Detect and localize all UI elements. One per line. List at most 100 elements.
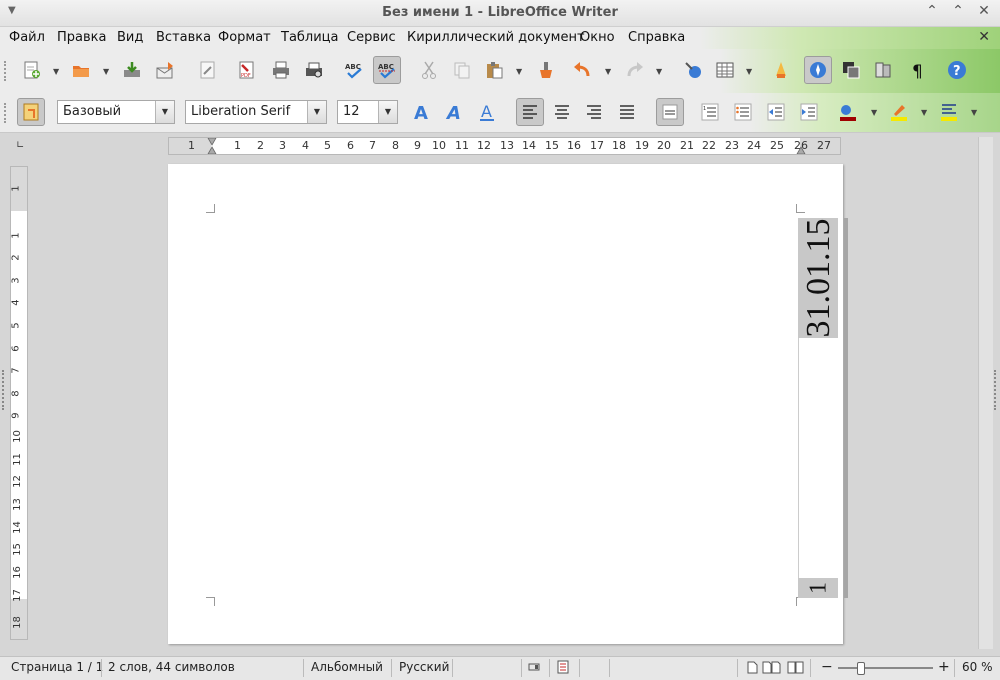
export-pdf-icon[interactable]: PDF xyxy=(234,57,260,83)
chevron-down-icon[interactable]: ▼ xyxy=(307,101,326,123)
font-name-select[interactable]: Liberation Serif ▼ xyxy=(185,100,327,124)
chevron-down-icon[interactable]: ▼ xyxy=(378,101,397,123)
highlighting-icon[interactable] xyxy=(886,99,912,125)
zoom-slider-thumb[interactable] xyxy=(857,662,865,675)
edit-document-icon[interactable] xyxy=(195,57,221,83)
bold-icon[interactable]: A xyxy=(408,99,434,125)
font-color-dropdown-icon[interactable]: ▼ xyxy=(871,108,877,117)
menu-edit[interactable]: Правка xyxy=(57,30,106,45)
align-left-icon[interactable] xyxy=(516,98,544,126)
menu-insert[interactable]: Вставка xyxy=(156,30,211,45)
send-email-icon[interactable] xyxy=(152,57,178,83)
styles-formatting-icon[interactable] xyxy=(17,98,45,126)
single-page-view-icon[interactable] xyxy=(746,661,758,677)
hyperlink-icon[interactable] xyxy=(680,57,706,83)
page-orientation[interactable]: Альбомный xyxy=(311,660,383,674)
background-color-icon[interactable] xyxy=(936,99,962,125)
vertical-ruler[interactable]: 1 1 2 3 4 5 6 7 8 9 10 11 12 13 14 15 16… xyxy=(10,166,28,640)
print-icon[interactable] xyxy=(268,57,294,83)
spellcheck-icon[interactable]: ABC xyxy=(341,57,367,83)
menu-window[interactable]: Окно xyxy=(580,30,615,45)
insert-mode-icon[interactable] xyxy=(528,661,540,676)
gallery-icon[interactable] xyxy=(838,57,864,83)
show-draw-functions-icon[interactable] xyxy=(768,57,794,83)
align-right-icon[interactable] xyxy=(581,99,607,125)
sidebar-grip[interactable] xyxy=(994,370,999,410)
menu-format[interactable]: Формат xyxy=(218,30,271,45)
ruler-tick-label: 1 xyxy=(10,232,22,239)
table-dropdown-icon[interactable]: ▼ xyxy=(746,67,752,76)
font-color-icon[interactable] xyxy=(835,99,861,125)
save-icon[interactable] xyxy=(119,57,145,83)
text-boundary-corner xyxy=(206,597,215,606)
close-icon[interactable]: ✕ xyxy=(976,3,992,19)
redo-dropdown-icon[interactable]: ▼ xyxy=(656,67,662,76)
horizontal-ruler[interactable]: 1 1 2 3 4 5 6 7 8 9 10 11 12 13 14 15 16… xyxy=(168,137,841,155)
navigator-icon[interactable] xyxy=(804,56,832,84)
menu-tools[interactable]: Сервис xyxy=(347,30,396,45)
highlighting-dropdown-icon[interactable]: ▼ xyxy=(921,108,927,117)
zoom-slider-track[interactable] xyxy=(838,667,933,669)
new-dropdown-icon[interactable]: ▼ xyxy=(53,67,59,76)
formatting-marks-icon[interactable]: ¶ xyxy=(905,57,931,83)
redo-icon[interactable] xyxy=(622,57,648,83)
ruler-tick-label: 4 xyxy=(302,139,309,152)
open-dropdown-icon[interactable]: ▼ xyxy=(103,67,109,76)
paragraph-style-select[interactable]: Базовый ▼ xyxy=(57,100,175,124)
multi-page-view-icon[interactable] xyxy=(762,661,782,677)
word-count[interactable]: 2 слов, 44 символов xyxy=(108,660,235,674)
zoom-level[interactable]: 60 % xyxy=(962,660,993,674)
zoom-out-icon[interactable]: − xyxy=(821,659,833,675)
document-page[interactable] xyxy=(168,164,843,644)
page-indicator[interactable]: Страница 1 / 1 xyxy=(11,660,103,674)
date-field[interactable]: 31.01.15 xyxy=(800,219,838,338)
auto-spellcheck-icon[interactable]: ABC xyxy=(373,56,401,84)
paste-icon[interactable] xyxy=(481,57,507,83)
increase-indent-icon[interactable] xyxy=(796,99,822,125)
new-document-icon[interactable] xyxy=(19,57,45,83)
page-number-field[interactable]: 1 xyxy=(806,582,833,594)
clone-formatting-icon[interactable] xyxy=(533,57,559,83)
align-center-icon[interactable] xyxy=(549,99,575,125)
paste-dropdown-icon[interactable]: ▼ xyxy=(516,67,522,76)
document-modified-icon[interactable] xyxy=(557,660,569,677)
underline-icon[interactable]: A xyxy=(474,99,500,125)
language-indicator[interactable]: Русский xyxy=(399,660,449,674)
menu-view[interactable]: Вид xyxy=(117,30,143,45)
menu-cyrillic-document[interactable]: Кириллический документ xyxy=(407,30,585,45)
justify-icon[interactable] xyxy=(614,99,640,125)
toolbar-grip[interactable] xyxy=(4,61,10,81)
zoom-in-icon[interactable]: + xyxy=(938,659,950,675)
minimize-icon[interactable]: ⌃ xyxy=(924,3,940,19)
line-spacing-icon[interactable] xyxy=(656,98,684,126)
insert-table-icon[interactable] xyxy=(712,57,738,83)
font-size-select[interactable]: 12 ▼ xyxy=(337,100,398,124)
undo-icon[interactable] xyxy=(569,57,595,83)
chevron-down-icon[interactable]: ▼ xyxy=(155,101,174,123)
copy-icon[interactable] xyxy=(449,57,475,83)
print-preview-icon[interactable] xyxy=(301,57,327,83)
menu-file[interactable]: Файл xyxy=(9,30,45,45)
numbering-icon[interactable]: 1 xyxy=(697,99,723,125)
open-folder-icon[interactable] xyxy=(68,57,94,83)
sidebar-grip[interactable] xyxy=(2,370,7,410)
undo-dropdown-icon[interactable]: ▼ xyxy=(605,67,611,76)
bullets-icon[interactable] xyxy=(730,99,756,125)
indent-marker-icon[interactable] xyxy=(207,138,217,154)
background-color-dropdown-icon[interactable]: ▼ xyxy=(971,108,977,117)
ruler-tick-label: 20 xyxy=(657,139,671,152)
cut-icon[interactable] xyxy=(416,57,442,83)
book-view-icon[interactable] xyxy=(787,661,805,677)
italic-icon[interactable]: A xyxy=(441,99,467,125)
help-icon[interactable]: ? xyxy=(944,57,970,83)
menu-help[interactable]: Справка xyxy=(628,30,685,45)
toolbar-grip[interactable] xyxy=(4,103,10,123)
svg-text:¶: ¶ xyxy=(912,62,923,80)
menu-table[interactable]: Таблица xyxy=(281,30,339,45)
decrease-indent-icon[interactable] xyxy=(763,99,789,125)
close-document-icon[interactable]: ✕ xyxy=(978,29,990,45)
maximize-icon[interactable]: ⌃ xyxy=(950,3,966,19)
tab-stop-selector[interactable]: ∟ xyxy=(16,140,24,151)
vertical-scrollbar[interactable] xyxy=(978,137,993,649)
data-sources-icon[interactable] xyxy=(870,57,896,83)
